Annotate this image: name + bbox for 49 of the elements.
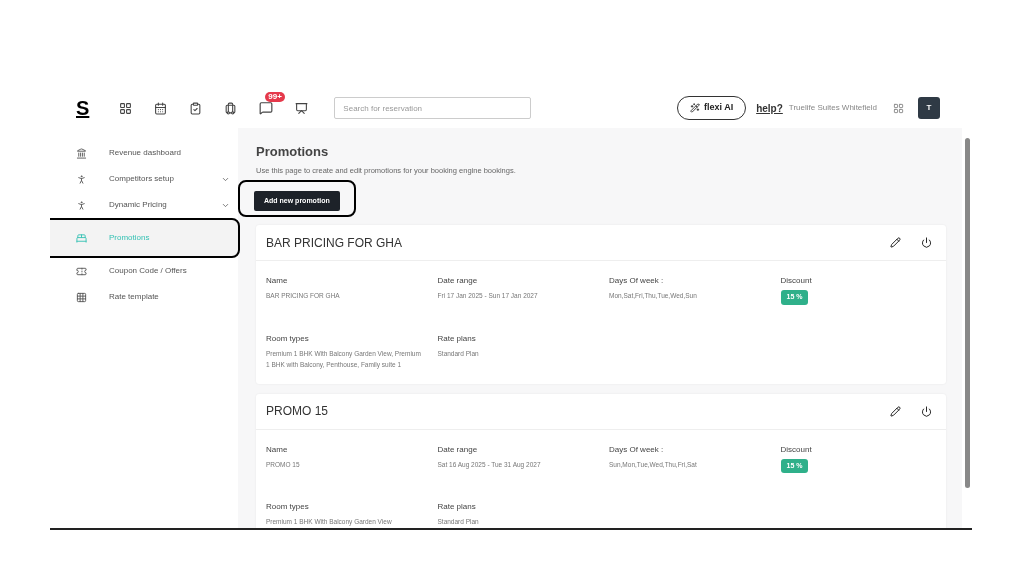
chat-icon[interactable] [259,101,274,115]
pencil-icon [890,237,901,249]
field-label: Name [266,443,289,456]
notification-badge: 99+ [265,92,285,102]
field-label: Discount [780,275,813,288]
field-label: Room types [266,501,310,514]
sidebar-item[interactable]: Revenue dashboard [50,142,238,164]
logo[interactable]: S [76,93,90,123]
power-icon [921,237,932,249]
dashboard-icon[interactable] [119,101,133,115]
apps-icon[interactable] [893,102,904,114]
field-label: Rate plans [437,332,477,345]
person-icon [76,199,87,211]
field-label: Rate plans [437,501,477,514]
luggage-icon[interactable] [224,101,238,115]
clipboard-icon[interactable] [189,101,203,115]
promotion-title: BAR PRICING FOR GHA [266,234,403,252]
edit-button[interactable] [890,237,901,249]
field-label: Name [266,275,289,288]
edit-button[interactable] [890,405,901,417]
bank-icon [76,147,87,159]
help-link[interactable]: help? [756,100,783,116]
page-title: Promotions [256,143,330,161]
sidebar-item[interactable]: Dynamic Pricing [50,194,238,216]
power-button[interactable] [921,237,932,249]
property-name: Truelife Suites Whitefield [788,102,877,114]
field-label: Days Of week : [609,275,665,288]
grid-icon [76,291,87,303]
scrollbar[interactable] [962,128,972,528]
magic-wand-icon [689,103,700,113]
bed-icon [76,232,87,244]
avatar[interactable]: T [918,97,940,119]
field-label: Days Of week : [609,443,665,456]
field-label: Room types [266,332,310,345]
calendar-icon[interactable] [154,101,168,115]
promotion-title: PROMO 15 [266,403,329,421]
sidebar-item[interactable]: Rate template [50,286,238,308]
ticket-icon [76,265,87,277]
power-button[interactable] [921,405,932,417]
pencil-icon [890,405,901,417]
power-icon [921,405,932,417]
screen-icon[interactable] [295,101,309,115]
search-field[interactable]: Search for reservation [334,97,532,119]
field-label: Discount [780,443,813,456]
person-icon [76,173,87,185]
field-label: Date range [437,443,479,456]
sidebar-item[interactable]: Coupon Code / Offers [50,260,238,282]
field-label: Date range [437,275,479,288]
sidebar-item[interactable]: Competitors setup [50,168,238,190]
